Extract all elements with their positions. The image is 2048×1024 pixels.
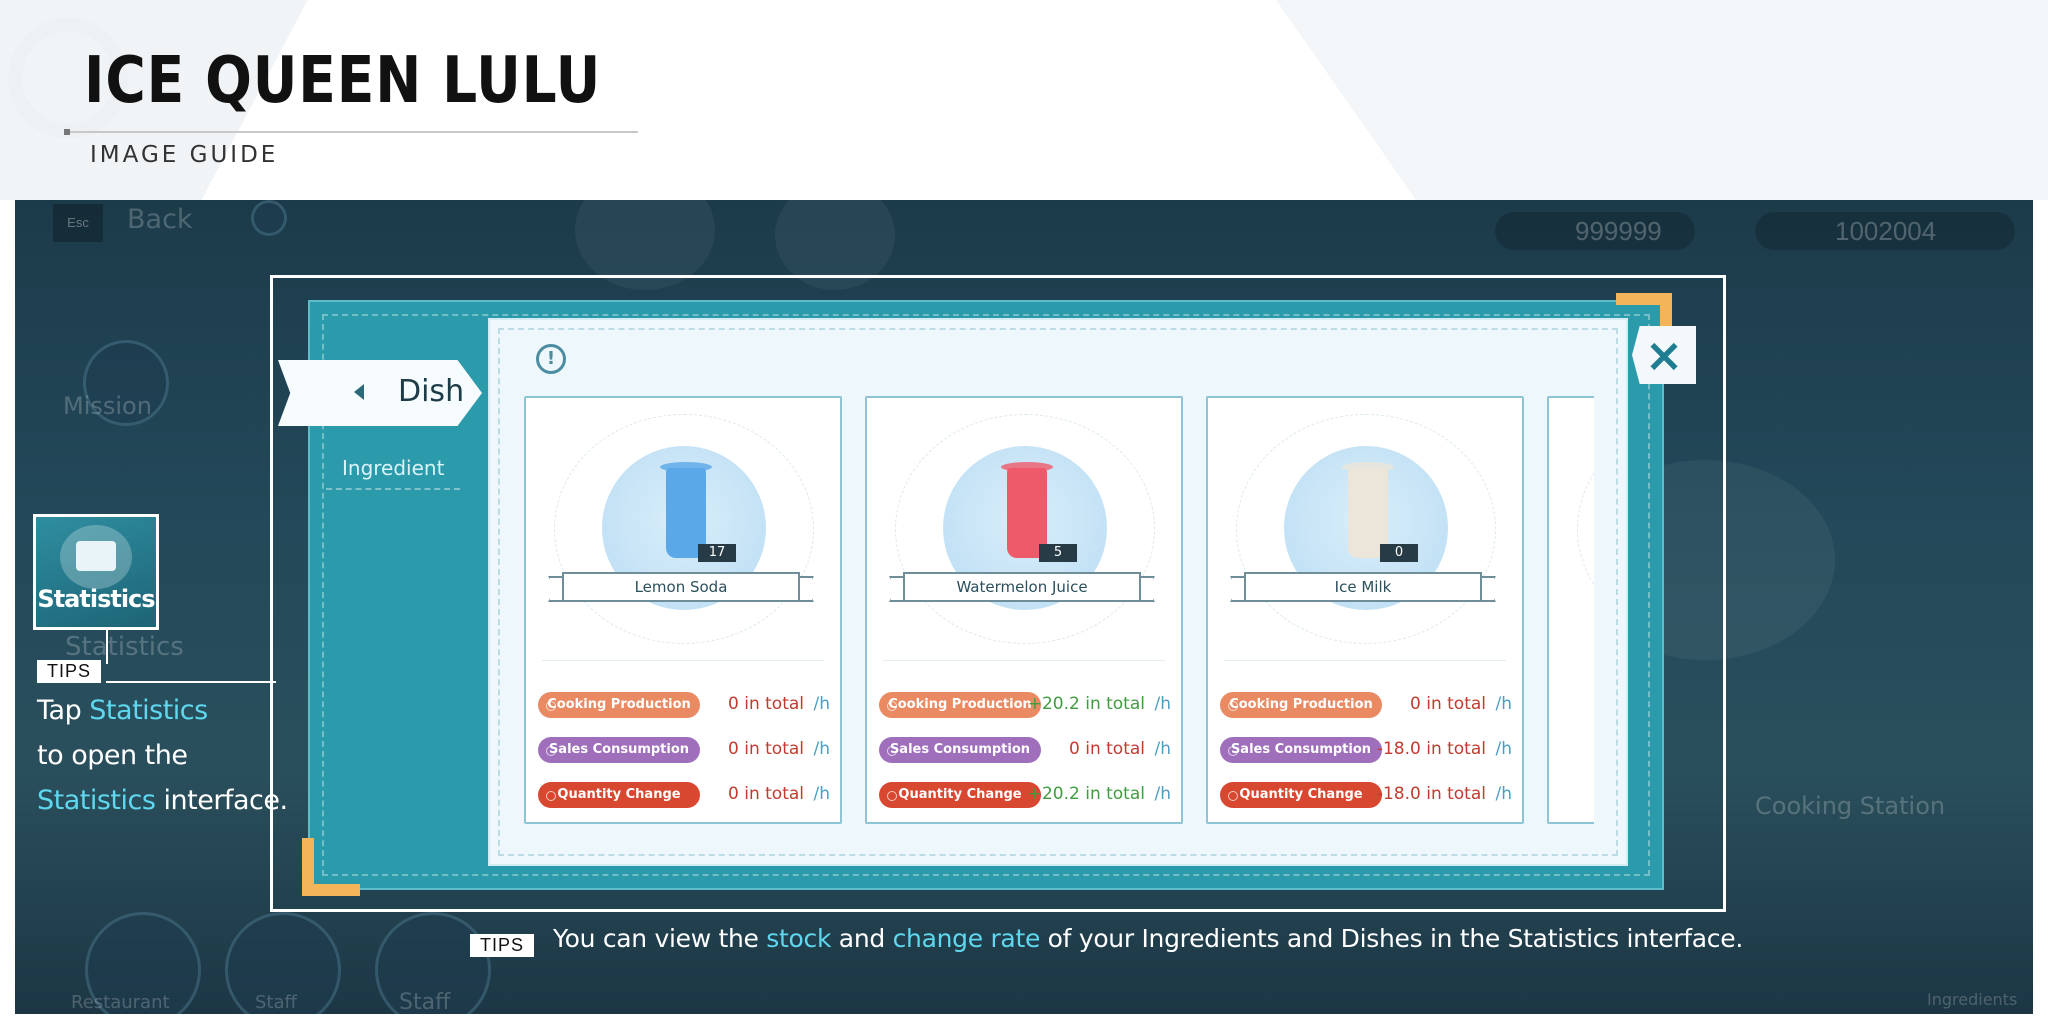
bottom-label-restaurant[interactable]: Restaurant [71,992,170,1013]
dish-name: Ice Milk [1244,572,1482,602]
stat-label-quantity-change: Quantity Change [538,782,700,808]
dish-name: Watermelon Juice [903,572,1141,602]
stat-row-quantity-change: Quantity Change +20.2 in total/h [879,780,1171,810]
card-divider [883,660,1165,661]
stat-row-quantity-change: Quantity Change 0 in total/h [538,780,830,810]
dish-image-top [1342,462,1394,472]
stat-row-quantity-change: Quantity Change -18.0 in total/h [1220,780,1512,810]
stat-unit: /h [1154,694,1171,714]
arrow-left-icon [354,384,364,400]
stat-label-quantity-change: Quantity Change [879,782,1041,808]
back-label[interactable]: Back [127,204,193,235]
stat-row-cooking-production: Cooking Production 0 in total/h [538,690,830,720]
corner-decoration [302,838,360,896]
dish-stock-count: 0 [1380,544,1418,562]
tips-bottom-text: You can view the stock and change rate o… [553,924,1743,953]
tips-connector-line [106,681,276,683]
tips-connector [106,628,108,664]
stat-row-sales-consumption: Sales Consumption 0 in total/h [879,735,1171,765]
stat-row-sales-consumption: Sales Consumption -18.0 in total/h [1220,735,1512,765]
esc-key-badge[interactable]: Esc [53,204,103,242]
info-bg-icon [251,200,287,236]
mission-label[interactable]: Mission [63,392,152,420]
bottom-label-ingredients[interactable]: Ingredients [1927,990,2017,1009]
tips-tag-bottom: TIPS [470,934,535,957]
cooking-station-label[interactable]: Cooking Station [1755,792,1945,820]
dish-card-list[interactable]: 17 Lemon Soda Cooking Production 0 in total… [520,392,1594,828]
currency-counter-1: 999999 [1495,212,1695,250]
stat-unit: /h [813,739,830,759]
stat-label-cooking-production: Cooking Production [879,692,1041,718]
tab-dish-label: Dish [398,374,465,409]
stat-value: 0 in total [728,739,804,759]
dish-stock-count: 5 [1039,544,1077,562]
close-button[interactable]: × [1632,326,1696,384]
card-divider [542,660,824,661]
dish-card[interactable]: 17 Lemon Soda Cooking Production 0 in total… [524,396,842,824]
tab-ingredient[interactable]: Ingredient [342,456,444,480]
dish-image-top [1001,462,1053,472]
dish-name-ribbon: Lemon Soda [548,572,814,606]
tab-divider [326,488,460,492]
dish-card[interactable] [1547,396,1594,824]
tips-left-text: Tap Statistics to open the Statistics in… [37,695,288,816]
card-divider [1224,660,1506,661]
stat-label-cooking-production: Cooking Production [538,692,700,718]
dish-stock-count: 17 [698,544,736,562]
dish-name-ribbon: Watermelon Juice [889,572,1155,606]
dish-name-ribbon: Ice Milk [1230,572,1496,606]
bottom-label-staff[interactable]: Staff [255,992,297,1013]
stat-unit: /h [1154,739,1171,759]
stat-row-cooking-production: Cooking Production +20.2 in total/h [879,690,1171,720]
dish-name: Lemon Soda [562,572,800,602]
title-divider [64,129,638,135]
statistics-bg-label: Statistics [65,632,184,662]
stat-label-sales-consumption: Sales Consumption [538,737,700,763]
statistics-button[interactable]: Statistics [33,514,159,630]
stat-unit: /h [1154,784,1171,804]
stat-unit: /h [1495,739,1512,759]
stat-value: 0 in total [1410,694,1486,714]
dish-image-top [660,462,712,472]
stat-value: 0 in total [728,784,804,804]
page-subtitle: IMAGE GUIDE [90,142,279,168]
currency-counter-2: 1002004 [1755,212,2015,250]
stat-unit: /h [1495,694,1512,714]
tips-tag-left: TIPS [37,660,102,683]
stat-value: -18.0 in total [1376,784,1486,804]
stat-unit: /h [1495,784,1512,804]
card-ring [1577,414,1594,644]
dish-card[interactable]: 0 Ice Milk Cooking Production 0 in total/h S… [1206,396,1524,824]
bottom-label-staff-2[interactable]: Staff [399,990,450,1014]
stat-unit: /h [813,694,830,714]
stat-label-cooking-production: Cooking Production [1220,692,1382,718]
stat-label-sales-consumption: Sales Consumption [879,737,1041,763]
info-icon[interactable]: ! [536,344,566,374]
stat-value: +20.2 in total [1027,694,1145,714]
stat-value: -18.0 in total [1376,739,1486,759]
tab-dish[interactable]: Dish [278,360,482,426]
stat-row-cooking-production: Cooking Production 0 in total/h [1220,690,1512,720]
stat-unit: /h [813,784,830,804]
stat-value: 0 in total [1069,739,1145,759]
stat-label-sales-consumption: Sales Consumption [1220,737,1382,763]
page-title: ICE QUEEN LULU [84,44,602,118]
stat-label-quantity-change: Quantity Change [1220,782,1382,808]
stat-value: 0 in total [728,694,804,714]
dish-card[interactable]: 5 Watermelon Juice Cooking Production +20.2… [865,396,1183,824]
stat-row-sales-consumption: Sales Consumption 0 in total/h [538,735,830,765]
statistics-button-label: Statistics [37,585,155,613]
stat-value: +20.2 in total [1027,784,1145,804]
statistics-icon [60,525,132,589]
